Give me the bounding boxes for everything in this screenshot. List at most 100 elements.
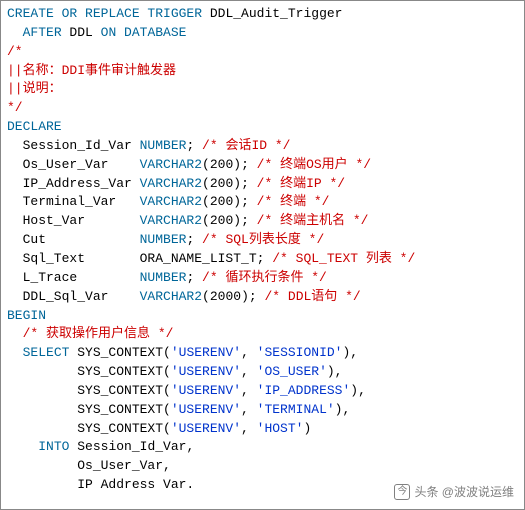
code-token: AFTER	[23, 25, 62, 40]
code-token: 200	[210, 194, 233, 209]
code-line: Cut NUMBER; /* SQL列表长度 */	[7, 231, 518, 250]
code-token: SYS_CONTEXT(	[7, 402, 171, 417]
code-token: ||名称：DDI事件审计触发器	[7, 63, 176, 78]
code-token: (	[202, 213, 210, 228]
code-token: );	[241, 289, 264, 304]
code-token: 200	[210, 157, 233, 172]
code-token: );	[233, 194, 256, 209]
code-token: 'USERENV'	[171, 383, 241, 398]
code-token: ),	[343, 345, 359, 360]
code-token: );	[233, 176, 256, 191]
code-token	[7, 439, 38, 454]
code-token: SYS_CONTEXT(	[69, 345, 170, 360]
code-line: AFTER DDL ON DATABASE	[7, 24, 518, 43]
code-token: 2000	[210, 289, 241, 304]
code-line: Session_Id_Var NUMBER; /* 会话ID */	[7, 137, 518, 156]
code-token: DDL	[62, 25, 101, 40]
code-token: 'USERENV'	[171, 345, 241, 360]
code-token: )	[303, 421, 311, 436]
code-token: /* SQL_TEXT 列表 */	[272, 251, 415, 266]
code-token: );	[233, 213, 256, 228]
code-token: VARCHAR2	[140, 157, 202, 172]
code-line: INTO Session_Id_Var,	[7, 438, 518, 457]
code-line: ||说明：	[7, 80, 518, 99]
code-line: SELECT SYS_CONTEXT('USERENV', 'SESSIONID…	[7, 344, 518, 363]
code-token: L_Trace	[7, 270, 140, 285]
code-line: /* 获取操作用户信息 */	[7, 325, 518, 344]
code-token: NUMBER	[140, 270, 187, 285]
code-line: DECLARE	[7, 118, 518, 137]
code-line: */	[7, 99, 518, 118]
code-line: IP_Address_Var VARCHAR2(200); /* 终端IP */	[7, 175, 518, 194]
code-token: 'USERENV'	[171, 421, 241, 436]
code-token: DDL_Audit_Trigger	[202, 6, 342, 21]
code-token: ||说明：	[7, 81, 62, 96]
code-token: DECLARE	[7, 119, 62, 134]
code-token: (	[202, 289, 210, 304]
code-token: IP_Address_Var	[7, 176, 140, 191]
code-token: 'SESSIONID'	[257, 345, 343, 360]
code-token: DDL_Sql_Var	[7, 289, 140, 304]
code-line: L_Trace NUMBER; /* 循环执行条件 */	[7, 269, 518, 288]
code-token: NUMBER	[140, 138, 187, 153]
code-line: Terminal_Var VARCHAR2(200); /* 终端 */	[7, 193, 518, 212]
code-token: /* 终端 */	[257, 194, 330, 209]
code-line: Host_Var VARCHAR2(200); /* 终端主机名 */	[7, 212, 518, 231]
code-line: SYS_CONTEXT('USERENV', 'HOST')	[7, 420, 518, 439]
toutiao-icon: 今	[394, 484, 410, 500]
code-token: ,	[241, 364, 257, 379]
code-token: ,	[241, 383, 257, 398]
code-token: ,	[241, 421, 257, 436]
code-token: SELECT	[23, 345, 70, 360]
code-line: DDL_Sql_Var VARCHAR2(2000); /* DDL语句 */	[7, 288, 518, 307]
code-token: /* 终端IP */	[257, 176, 345, 191]
code-line: SYS_CONTEXT('USERENV', 'OS_USER'),	[7, 363, 518, 382]
code-token: 'OS_USER'	[257, 364, 327, 379]
code-token: Cut	[7, 232, 140, 247]
code-token: ,	[241, 402, 257, 417]
code-token: Host_Var	[7, 213, 140, 228]
code-token: /* DDL语句 */	[264, 289, 360, 304]
code-token: );	[233, 157, 256, 172]
code-token: 200	[210, 213, 233, 228]
code-token: ON DATABASE	[101, 25, 187, 40]
code-token: Session_Id_Var	[7, 138, 140, 153]
code-token: 'TERMINAL'	[257, 402, 335, 417]
code-token: SYS_CONTEXT(	[7, 421, 171, 436]
code-line: /*	[7, 43, 518, 62]
code-token: VARCHAR2	[140, 176, 202, 191]
code-token: VARCHAR2	[140, 213, 202, 228]
code-token: ,	[241, 345, 257, 360]
code-token: 'USERENV'	[171, 364, 241, 379]
code-token: Terminal_Var	[7, 194, 140, 209]
code-token: */	[7, 100, 23, 115]
code-token: /* 会话ID */	[202, 138, 290, 153]
watermark-text: 头条 @波波说运维	[414, 484, 514, 501]
code-token: ),	[335, 402, 351, 417]
code-token: /* SQL列表长度 */	[202, 232, 324, 247]
code-token: ),	[350, 383, 366, 398]
code-token: Os_User_Var	[7, 157, 140, 172]
code-token: ),	[327, 364, 343, 379]
code-token: ;	[186, 232, 202, 247]
code-token: BEGIN	[7, 308, 46, 323]
code-line: CREATE OR REPLACE TRIGGER DDL_Audit_Trig…	[7, 5, 518, 24]
code-token: CREATE OR REPLACE TRIGGER	[7, 6, 202, 21]
code-token: ;	[186, 138, 202, 153]
code-token: /* 获取操作用户信息 */	[23, 326, 174, 341]
code-token: 'HOST'	[257, 421, 304, 436]
code-line: ||名称：DDI事件审计触发器	[7, 62, 518, 81]
code-token: ;	[186, 270, 202, 285]
code-token: (	[202, 176, 210, 191]
code-token: 'USERENV'	[171, 402, 241, 417]
code-token: VARCHAR2	[140, 194, 202, 209]
code-line: Os_User_Var,	[7, 457, 518, 476]
code-token: Os_User_Var,	[7, 458, 171, 473]
code-token: 200	[210, 176, 233, 191]
code-token	[7, 345, 23, 360]
code-token: SYS_CONTEXT(	[7, 383, 171, 398]
code-block: CREATE OR REPLACE TRIGGER DDL_Audit_Trig…	[1, 1, 524, 499]
code-token: /*	[7, 44, 23, 59]
code-token: /* 终端主机名 */	[257, 213, 369, 228]
code-token: (	[202, 194, 210, 209]
